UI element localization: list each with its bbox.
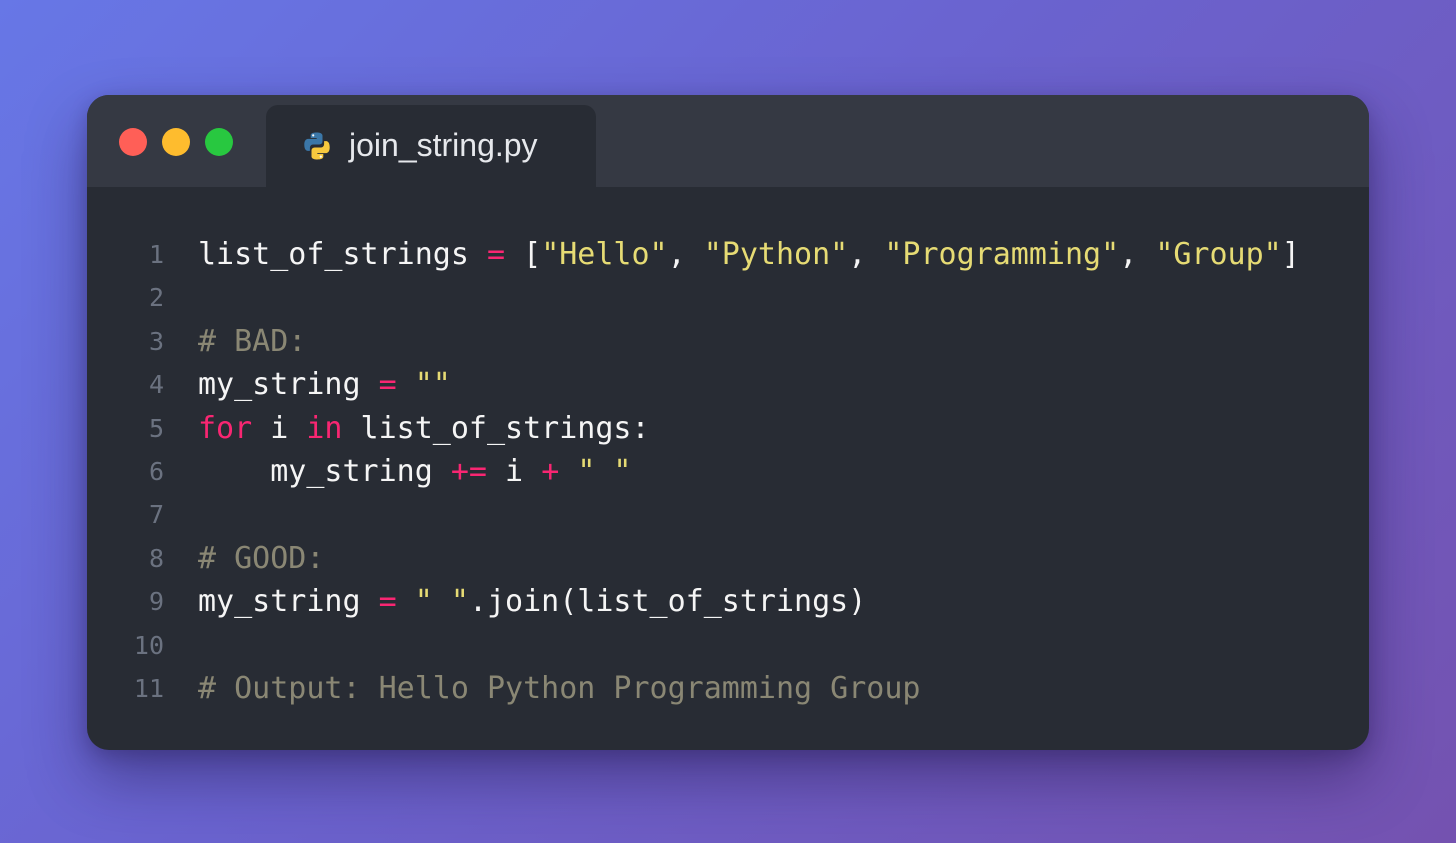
code-line: 1 list_of_strings = ["Hello", "Python", "…	[87, 233, 1369, 276]
code-token: "Python"	[703, 237, 849, 272]
code-token: in	[306, 410, 343, 446]
code-line: 8 # GOOD:	[87, 537, 1369, 580]
code-token: my_string	[198, 584, 361, 620]
code-line: 4 my_string = ""	[87, 363, 1369, 406]
minimize-button[interactable]	[162, 128, 190, 156]
code-text: my_string = " ".join(list_of_strings)	[198, 580, 866, 623]
code-text: list_of_strings = ["Hello", "Python", "P…	[198, 233, 1300, 276]
code-text: # GOOD:	[198, 537, 324, 580]
close-button[interactable]	[119, 128, 147, 156]
code-token: # Output: Hello Python Programming Group	[198, 670, 921, 706]
code-line: 9 my_string = " ".join(list_of_strings)	[87, 580, 1369, 623]
code-line: 7	[87, 493, 1369, 536]
line-number: 11	[133, 673, 164, 703]
code-text: my_string += i + " "	[198, 450, 632, 493]
code-token: # GOOD:	[198, 540, 325, 576]
code-token: =	[487, 237, 506, 272]
code-token: "Programming"	[884, 237, 1120, 272]
code-token: ]	[1281, 237, 1300, 272]
code-text: for i in list_of_strings:	[198, 407, 650, 450]
code-token: +	[541, 453, 560, 489]
line-number: 8	[148, 543, 164, 573]
code-token: # BAD:	[198, 323, 307, 359]
code-token: =	[378, 367, 397, 403]
python-icon	[302, 131, 332, 161]
code-line: 3 # BAD:	[87, 320, 1369, 363]
code-line: 10	[87, 624, 1369, 667]
code-line: 6 my_string += i + " "	[87, 450, 1369, 493]
line-number: 9	[148, 587, 164, 617]
code-token: "Hello"	[541, 237, 668, 272]
line-number: 10	[133, 630, 164, 660]
code-token: " "	[414, 584, 469, 620]
line-number: 2	[148, 283, 164, 313]
code-token: list_of_strings	[198, 237, 469, 272]
code-token: for	[198, 410, 253, 446]
code-token: ,	[1119, 237, 1156, 272]
code-token: " "	[577, 453, 632, 489]
code-text: # BAD:	[198, 320, 306, 363]
line-number: 1	[148, 240, 164, 269]
code-text: my_string = ""	[198, 363, 451, 406]
code-token: "Group"	[1155, 237, 1282, 272]
line-number: 5	[148, 413, 164, 443]
code-token: +=	[450, 453, 487, 489]
code-token: [	[505, 237, 542, 272]
code-token: ,	[848, 237, 885, 272]
line-number: 7	[148, 500, 164, 530]
code-text: # Output: Hello Python Programming Group	[198, 667, 920, 710]
code-line: 5 for i in list_of_strings:	[87, 407, 1369, 450]
code-editor[interactable]: 1 list_of_strings = ["Hello", "Python", "…	[87, 233, 1369, 710]
code-token: =	[378, 584, 397, 620]
title-bar: join_string.py	[87, 95, 1369, 187]
code-token: i	[252, 410, 307, 446]
code-window: join_string.py 1 list_of_strings = ["Hell…	[87, 95, 1369, 750]
code-line: 2	[87, 276, 1369, 319]
code-token: list_of_strings:	[342, 410, 650, 446]
code-token: my_string	[198, 367, 361, 403]
code-token: i	[487, 453, 542, 489]
code-token: ,	[667, 237, 704, 272]
file-tab[interactable]: join_string.py	[266, 105, 596, 187]
line-number: 3	[148, 326, 164, 356]
code-token: .join(list_of_strings)	[468, 584, 867, 620]
line-number: 4	[148, 370, 164, 400]
code-line: 11 # Output: Hello Python Programming Gro…	[87, 667, 1369, 710]
code-token: my_string	[198, 453, 451, 489]
tab-filename: join_string.py	[349, 127, 538, 163]
zoom-button[interactable]	[205, 128, 233, 156]
code-token: ""	[414, 367, 451, 403]
line-number: 6	[148, 456, 164, 486]
